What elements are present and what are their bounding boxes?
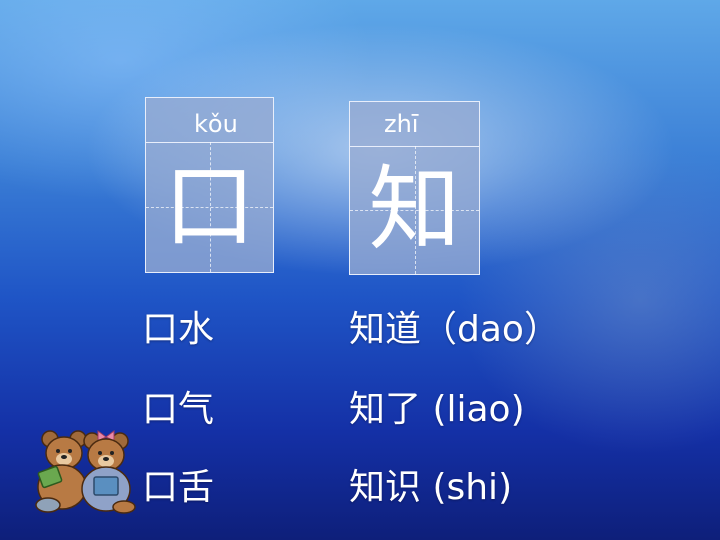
pinyin-label: kǒu — [146, 98, 273, 143]
pinyin-text: kǒu — [194, 110, 238, 138]
character-card-zhi: zhī 知 — [349, 101, 480, 275]
hanzi-character: 口 — [163, 153, 256, 260]
word-kou-she: 口舌 — [142, 467, 215, 508]
teddy-bears-icon — [35, 430, 136, 514]
pinyin-text: zhī — [384, 110, 419, 138]
word-zhi-shi: 知识 (shi) — [349, 467, 513, 508]
word-zhi-liao: 知了 (liao) — [349, 389, 525, 430]
slide: kǒu 口 zhī 知 口水 口气 口舌 知道（dao） 知了 (liao) 知… — [0, 0, 720, 540]
tian-zi-grid: 口 — [146, 142, 273, 272]
pinyin-label: zhī — [350, 102, 479, 147]
tian-zi-grid: 知 — [350, 146, 479, 274]
hanzi-character: 知 — [368, 156, 461, 263]
word-zhi-dao: 知道（dao） — [349, 309, 560, 350]
character-card-kou: kǒu 口 — [145, 97, 274, 273]
word-kou-shui: 口水 — [142, 309, 215, 350]
word-kou-qi: 口气 — [142, 389, 215, 430]
